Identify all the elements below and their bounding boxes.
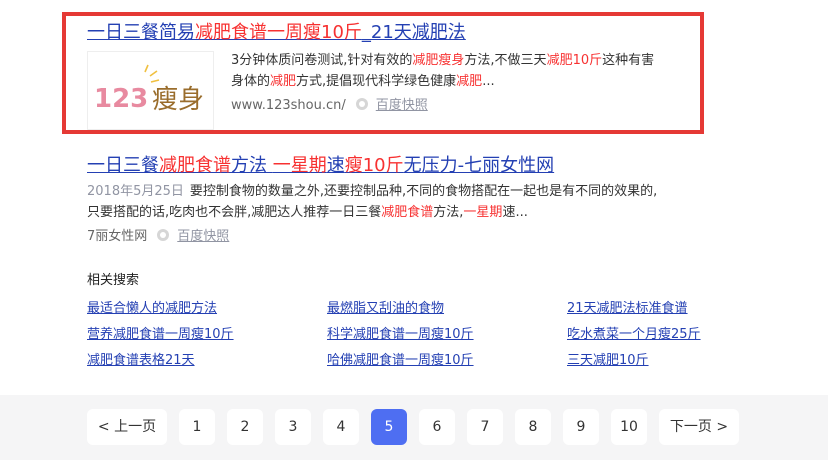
next-page-button[interactable]: 下一页 > — [659, 409, 739, 445]
abstract-text: 速... — [502, 205, 528, 220]
page-button[interactable]: 10 — [611, 409, 647, 445]
abstract-text: 3分钟体质问卷测试,针对有效的 — [231, 53, 413, 68]
svg-text:123: 123 — [94, 84, 148, 114]
snapshot-link[interactable]: 百度快照 — [177, 229, 229, 244]
page-button[interactable]: 9 — [563, 409, 599, 445]
abstract-highlight: 减肥 — [456, 74, 483, 89]
abstract-highlight: 减肥食谱 — [381, 205, 434, 220]
snapshot-link[interactable]: 百度快照 — [376, 98, 428, 113]
result-1-abstract: 3分钟体质问卷测试,针对有效的减肥瘦身方法,不做三天减肥10斤这种有害身体的减肥… — [231, 50, 661, 92]
abstract-highlight: 一星期 — [463, 205, 503, 220]
title-part-highlight: 瘦 — [303, 22, 321, 43]
related-search-link[interactable]: 吃水煮菜一个月瘦25斤 — [567, 324, 701, 346]
result-2-abstract: 2018年5月25日 要控制食物的数量之外,还要控制品种,不同的食物搭配在一起也是… — [87, 181, 667, 223]
prev-page-button[interactable]: < 上一页 — [87, 409, 167, 445]
title-part-highlight: 瘦10斤 — [344, 155, 404, 176]
result-1-title-link[interactable]: 一日三餐简易减肥食谱一周瘦10斤_21天减肥法 — [87, 20, 466, 46]
related-search-link[interactable]: 最适合懒人的减肥方法 — [87, 298, 217, 320]
related-search-link[interactable]: 三天减肥10斤 — [567, 350, 649, 372]
page-button[interactable]: 3 — [275, 409, 311, 445]
title-part-highlight: 减肥食谱 — [195, 22, 267, 43]
page-button[interactable]: 2 — [227, 409, 263, 445]
title-part-highlight: 10斤 — [321, 22, 362, 43]
page-button[interactable]: 1 — [179, 409, 215, 445]
related-search-link[interactable]: 营养减肥食谱一周瘦10斤 — [87, 324, 234, 346]
current-page-button[interactable]: 5 — [371, 409, 407, 445]
related-search-link[interactable]: 科学减肥食谱一周瘦10斤 — [327, 324, 474, 346]
related-search-link[interactable]: 哈佛减肥食谱一周瘦10斤 — [327, 350, 474, 372]
result-2-source-row: 7丽女性网 百度快照 — [87, 227, 229, 247]
abstract-highlight: 减肥10斤 — [546, 53, 603, 68]
abstract-highlight: 减肥瘦身 — [412, 53, 465, 68]
related-search-link[interactable]: 21天减肥法标准食谱 — [567, 298, 688, 320]
result-2-title-link[interactable]: 一日三餐减肥食谱方法 一星期速瘦10斤无压力-七丽女性网 — [87, 153, 554, 179]
title-part: 一日三餐 — [87, 155, 159, 176]
title-part: 方法 — [231, 155, 273, 176]
thumbnail-logo-image: 123 瘦身 — [88, 52, 213, 129]
title-part: 速 — [326, 155, 345, 176]
result-date: 2018年5月25日 — [87, 184, 184, 199]
abstract-highlight: 减肥 — [270, 74, 297, 89]
page-button[interactable]: 7 — [467, 409, 503, 445]
result-1-thumbnail[interactable]: 123 瘦身 — [87, 51, 214, 130]
title-part-highlight: 减肥食谱 — [159, 155, 231, 176]
related-search-link[interactable]: 最燃脂又刮油的食物 — [327, 298, 444, 320]
source-name: 7丽女性网 — [87, 229, 148, 244]
svg-text:瘦身: 瘦身 — [152, 85, 204, 115]
title-part: _21天减肥法 — [361, 22, 466, 43]
related-searches-heading: 相关搜索 — [87, 273, 140, 288]
title-part-highlight: 一周 — [267, 22, 303, 43]
snapshot-icon — [157, 229, 170, 241]
abstract-text: 方法,不做三天 — [464, 53, 547, 68]
snapshot-icon — [355, 98, 368, 110]
abstract-text: 方式,提倡现代科学绿色健康 — [296, 74, 457, 89]
title-part: 无压力-七丽女性网 — [403, 155, 555, 176]
related-search-link[interactable]: 减肥食谱表格21天 — [87, 350, 195, 372]
result-1-source-row: www.123shou.cn/百度快照 — [231, 96, 428, 116]
page-button[interactable]: 8 — [515, 409, 551, 445]
abstract-text: ... — [482, 74, 495, 89]
page-button[interactable]: 4 — [323, 409, 359, 445]
title-part-highlight: 一星期 — [272, 155, 327, 176]
title-part: 一日三餐简易 — [87, 22, 195, 43]
page-button[interactable]: 6 — [419, 409, 455, 445]
source-url: www.123shou.cn/ — [231, 98, 346, 113]
abstract-text: 方法, — [433, 205, 464, 220]
